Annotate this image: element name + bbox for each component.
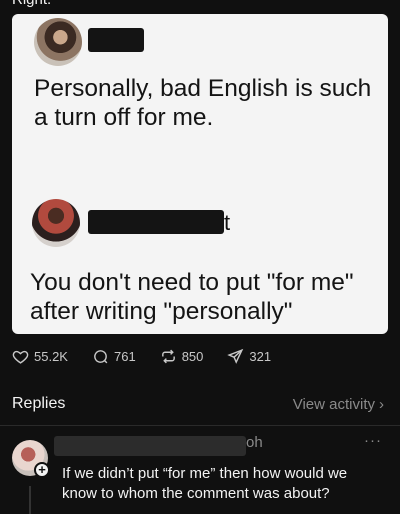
- like-button[interactable]: 55.2K: [12, 348, 68, 365]
- repost-icon: [161, 349, 175, 364]
- replies-title: Replies: [12, 395, 66, 412]
- redacted-name-2: [88, 210, 224, 234]
- author-avatar-2: [32, 199, 80, 247]
- action-bar: 55.2K 761 850 321: [12, 348, 295, 365]
- share-icon: [227, 348, 244, 364]
- divider: [0, 425, 400, 426]
- redacted-name-1: [88, 28, 144, 52]
- comment-button[interactable]: 761: [92, 348, 136, 365]
- username-tail: oh: [246, 434, 263, 451]
- reply-item[interactable]: + oh ··· If we didn’t put “for me” then …: [0, 430, 400, 514]
- thread-line: [29, 486, 31, 514]
- replies-header: Replies View activity ›: [12, 393, 384, 415]
- chevron-right-icon: ›: [379, 395, 384, 413]
- heart-icon: [12, 350, 29, 364]
- like-count: 55.2K: [34, 349, 68, 364]
- comment-icon: [94, 350, 108, 364]
- name-tail: t: [224, 210, 231, 235]
- author-avatar-1: [34, 18, 82, 66]
- reply-text: If we didn’t put “for me” then how would…: [62, 465, 348, 502]
- previous-caption: Right.: [12, 0, 51, 8]
- post-image[interactable]: Personally, bad English is such a turn o…: [12, 14, 388, 334]
- view-activity-label: View activity: [292, 395, 375, 413]
- view-activity-link[interactable]: View activity ›: [293, 396, 384, 413]
- repost-button[interactable]: 850: [160, 348, 204, 365]
- share-count: 321: [249, 349, 272, 364]
- comment-count: 761: [113, 349, 136, 364]
- first-message: Personally, bad English is such a turn o…: [34, 75, 372, 131]
- more-icon[interactable]: ···: [364, 432, 382, 449]
- plus-icon[interactable]: +: [34, 462, 50, 478]
- second-message: You don't need to put "for me" after wri…: [30, 269, 354, 325]
- repost-count: 850: [181, 349, 204, 364]
- share-button[interactable]: 321: [227, 348, 271, 365]
- redacted-username: [54, 436, 246, 456]
